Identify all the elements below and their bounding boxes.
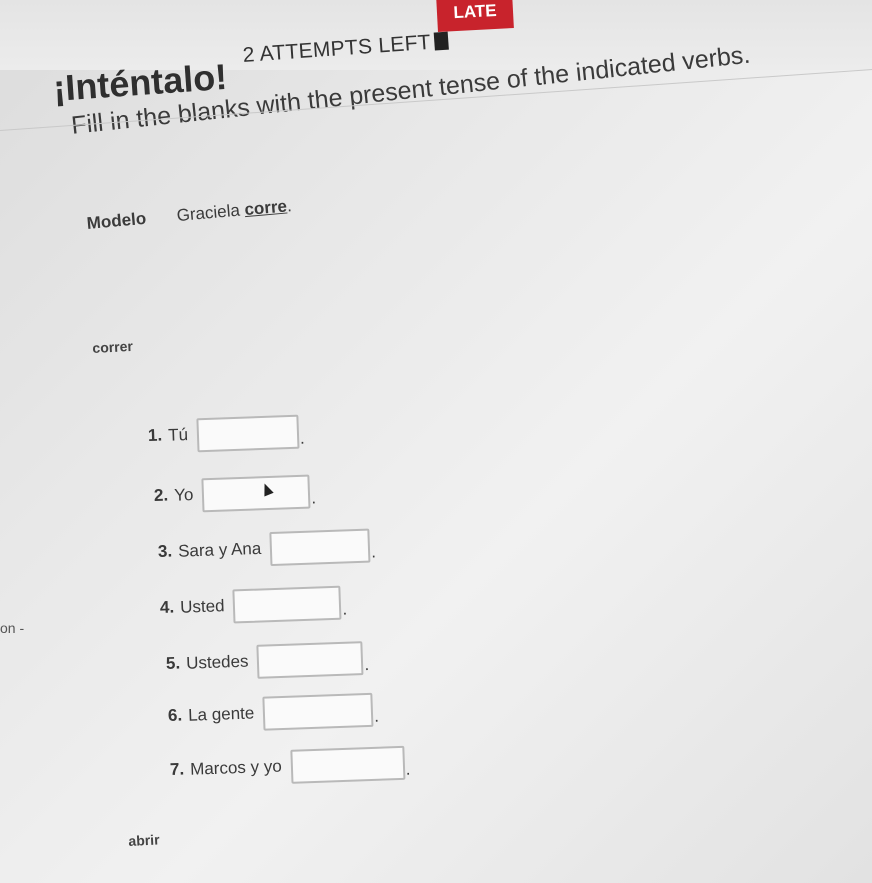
exercise-item-6: 6. La gente . <box>167 692 380 734</box>
attempts-indicator-icon <box>434 31 450 51</box>
item-subject: Tú <box>167 425 189 445</box>
answer-input-7[interactable] <box>289 745 406 784</box>
answer-input-2[interactable] <box>201 474 311 513</box>
exercise-item-3: 3. Sara y Ana . <box>157 528 376 570</box>
exercise-item-4: 4. Usted . <box>159 585 348 626</box>
answer-input-1[interactable] <box>196 414 300 453</box>
late-status-badge: LATE <box>436 0 514 32</box>
modelo-sentence: Graciela corre. <box>176 196 293 225</box>
item-number: 7. <box>169 759 185 780</box>
item-subject: Sara y Ana <box>177 538 262 561</box>
item-subject: La gente <box>187 703 255 725</box>
item-number: 4. <box>159 597 175 618</box>
item-period: . <box>342 599 348 619</box>
answer-input-3[interactable] <box>269 528 371 567</box>
answer-input-4[interactable] <box>232 585 342 624</box>
item-number: 2. <box>153 485 169 506</box>
modelo-label: Modelo <box>86 208 147 233</box>
exercise-item-1: 1. Tú . <box>147 414 305 454</box>
item-period: . <box>373 706 380 726</box>
verb-heading-abrir: abrir <box>128 831 160 849</box>
mouse-cursor-icon <box>260 481 274 497</box>
item-subject: Usted <box>179 596 225 617</box>
exercise-item-2: 2. Yo . <box>153 474 316 514</box>
modelo-sentence-start: Graciela <box>175 200 246 226</box>
verb-heading-correr: correr <box>92 337 134 356</box>
item-number: 6. <box>167 705 183 726</box>
item-period: . <box>405 759 411 779</box>
modelo-sentence-end: . <box>286 196 293 216</box>
item-period: . <box>364 654 370 675</box>
item-period: . <box>299 428 305 448</box>
exercise-item-5: 5. Ustedes . <box>165 641 369 682</box>
exercise-item-7: 7. Marcos y yo . <box>169 745 411 788</box>
answer-input-6[interactable] <box>262 692 374 731</box>
cut-off-side-text: on - <box>0 620 25 636</box>
item-number: 1. <box>147 425 163 446</box>
answer-input-5[interactable] <box>256 641 364 679</box>
item-subject: Marcos y yo <box>189 756 283 779</box>
item-period: . <box>370 542 377 562</box>
item-subject: Ustedes <box>185 651 249 673</box>
item-number: 5. <box>165 653 181 674</box>
modelo-example: Modelo Graciela corre. <box>86 196 292 234</box>
modelo-answer: corre <box>243 196 288 220</box>
item-number: 3. <box>157 541 173 562</box>
item-subject: Yo <box>173 485 194 505</box>
item-period: . <box>310 488 317 508</box>
